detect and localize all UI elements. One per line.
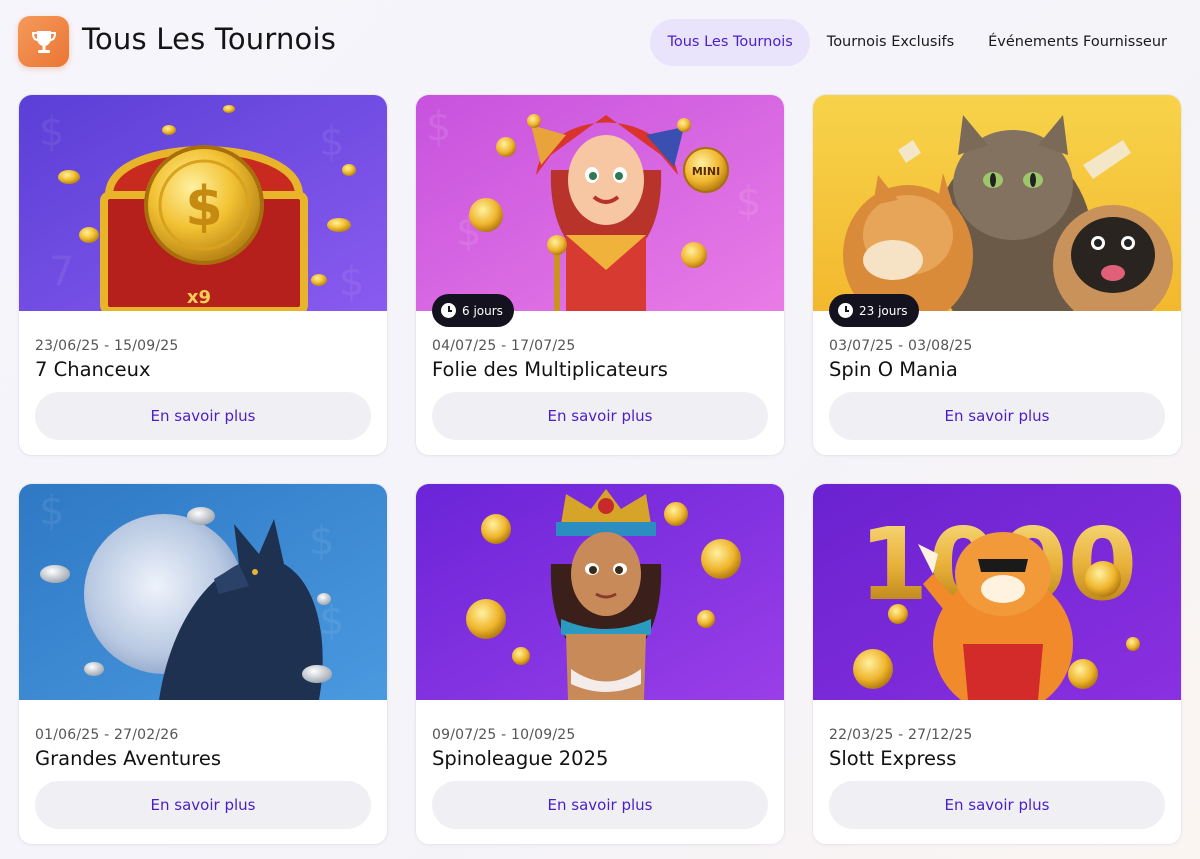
tournament-card[interactable]: 1000 22/03/25 - 27/12/25 Slott Express E… [812,483,1182,845]
svg-text:$: $ [426,104,451,150]
learn-more-button[interactable]: En savoir plus [829,392,1165,440]
tournament-card[interactable]: 09/07/25 - 10/09/25 Spinoleague 2025 En … [415,483,785,845]
tournament-name: 7 Chanceux [35,358,151,381]
tournament-tabs: Tous Les Tournois Tournois Exclusifs Évé… [650,18,1184,66]
learn-more-button[interactable]: En savoir plus [432,781,768,829]
svg-text:x9: x9 [187,287,211,308]
page-title: Tous Les Tournois [82,22,337,56]
tournament-dates: 03/07/25 - 03/08/25 [829,338,973,354]
tournament-name: Slott Express [829,747,957,770]
tournament-name: Folie des Multiplicateurs [432,358,668,381]
learn-more-button[interactable]: En savoir plus [432,392,768,440]
tiger-1000-image: 1000 [813,484,1181,700]
tournament-dates: 22/03/25 - 27/12/25 [829,727,973,743]
learn-more-button[interactable]: En savoir plus [829,781,1165,829]
tournament-card[interactable]: $ $7 $ $ x9 23/06/25 - 15/09/25 7 Chanceux… [18,94,388,456]
tournament-name: Spin O Mania [829,358,958,381]
learn-more-button[interactable]: En savoir plus [35,781,371,829]
tournament-dates: 01/06/25 - 27/02/26 [35,727,179,743]
cat-dogs-image [813,95,1181,311]
svg-text:$: $ [185,175,223,238]
tournament-card[interactable]: 23 jours 03/07/25 - 03/08/25 Spin O Mani… [812,94,1182,456]
tournament-dates: 04/07/25 - 17/07/25 [432,338,576,354]
svg-text:$: $ [309,518,334,564]
time-remaining-badge: 23 jours [829,294,919,327]
trophy-icon [18,16,69,67]
tab-exclusive-tournaments[interactable]: Tournois Exclusifs [810,19,971,66]
tournament-card[interactable]: $ $ $ MINI 6 jours 04/07/25 - 17/07/25 F… [415,94,785,456]
tab-all-tournaments[interactable]: Tous Les Tournois [650,18,810,66]
tournament-card[interactable]: $ $ $ 01/06/25 - 27/02/26 Grandes Aventure… [18,483,388,845]
tournament-dates: 23/06/25 - 15/09/25 [35,338,179,354]
clock-icon [838,303,853,318]
tournament-dates: 09/07/25 - 10/09/25 [432,727,576,743]
svg-text:7: 7 [49,249,74,295]
page-header: Tous Les Tournois Tous Les Tournois Tour… [18,16,1184,68]
clock-icon [441,303,456,318]
svg-text:$: $ [339,259,364,305]
cleopatra-image [416,484,784,700]
time-remaining-text: 6 jours [462,303,503,318]
time-remaining-badge: 6 jours [432,294,514,327]
wolf-moon-image: $ $ $ [19,484,387,700]
time-remaining-text: 23 jours [859,303,908,318]
svg-text:$: $ [319,119,344,165]
svg-text:$: $ [39,488,64,534]
mini-coin-text: MINI [692,165,720,178]
treasure-chest-image: $ $7 $ $ x9 [19,95,387,311]
tab-provider-events[interactable]: Événements Fournisseur [971,19,1184,66]
svg-text:$: $ [736,179,761,225]
learn-more-button[interactable]: En savoir plus [35,392,371,440]
jester-girl-image: $ $ $ MINI [416,95,784,311]
tournament-name: Grandes Aventures [35,747,222,770]
svg-text:$: $ [39,109,64,155]
tournament-name: Spinoleague 2025 [432,747,609,770]
